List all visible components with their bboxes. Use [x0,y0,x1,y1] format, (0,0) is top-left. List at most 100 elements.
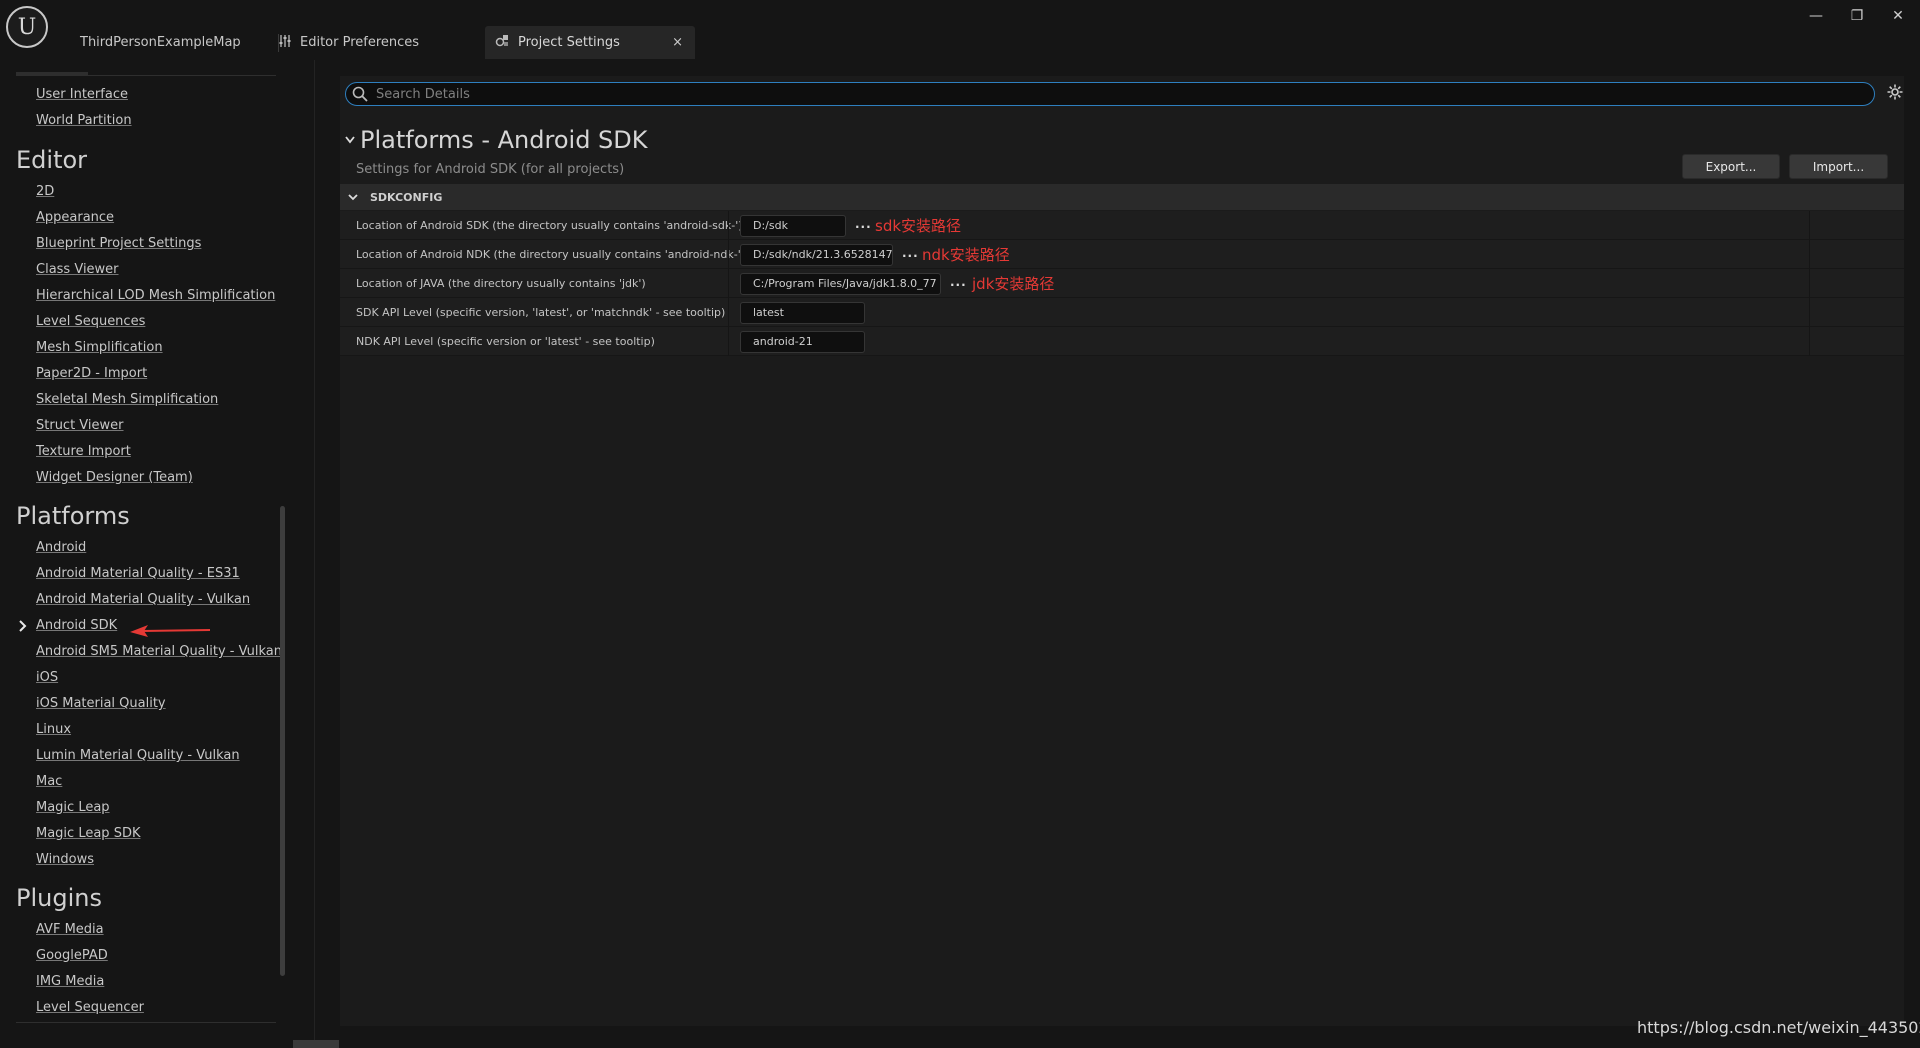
tab-label: ThirdPersonExampleMap [80,35,241,50]
gear-cubes-icon [495,33,510,52]
import-button[interactable]: Import... [1789,154,1888,179]
sidebar-item-android[interactable]: Android [36,540,86,555]
divider [16,75,276,76]
export-button[interactable]: Export... [1682,154,1780,179]
column-divider [1809,327,1810,356]
sidebar-item-texture-import[interactable]: Texture Import [36,444,131,459]
minimize-button[interactable]: — [1806,8,1826,24]
ndk-path-field[interactable]: D:/sdk/ndk/21.3.6528147 [740,244,893,266]
sdk-path-field[interactable]: D:/sdk [740,215,846,237]
chevron-right-icon [19,620,27,635]
column-divider [1809,298,1810,327]
sidebar-item-struct-viewer[interactable]: Struct Viewer [36,418,124,433]
sliders-icon [278,34,292,52]
close-tab-icon[interactable]: × [672,35,683,50]
column-divider [1809,211,1810,240]
sidebar-item-hlod-mesh-simplification[interactable]: Hierarchical LOD Mesh Simplification [36,288,275,303]
property-label: Location of Android NDK (the directory u… [356,248,746,261]
divider [16,1022,276,1023]
watermark-text: https://blog.csdn.net/weixin_44350205 [1637,1018,1920,1037]
sidebar-item-windows[interactable]: Windows [36,852,94,867]
sidebar-item-googlepad[interactable]: GooglePAD [36,948,108,963]
sidebar-item-level-sequencer[interactable]: Level Sequencer [36,1000,144,1015]
settings-gear-icon[interactable] [1887,84,1903,105]
chevron-down-icon[interactable] [345,132,355,148]
unreal-logo-icon[interactable]: U [6,6,48,48]
sidebar-item-world-partition[interactable]: World Partition [36,113,132,128]
search-bar [345,82,1875,106]
red-arrow-annotation-icon [128,622,211,642]
sidebar-item-magic-leap[interactable]: Magic Leap [36,800,110,815]
ndk-api-level-field[interactable]: android-21 [740,331,865,353]
sidebar-scrollbar[interactable] [280,506,285,976]
tab-label: Editor Preferences [300,35,420,50]
sidebar-item-android-sdk[interactable]: Android SDK [36,618,117,633]
sidebar-item-lumin-material-quality-vulkan[interactable]: Lumin Material Quality - Vulkan [36,748,240,763]
sdk-api-level-field[interactable]: latest [740,302,865,324]
column-divider [728,269,729,298]
category-header-sdkconfig[interactable]: SDKCONFIG [340,184,1904,210]
sidebar-item-magic-leap-sdk[interactable]: Magic Leap SDK [36,826,140,841]
annotation-text: sdk安装路径 [875,217,962,235]
sidebar-item-paper2d-import[interactable]: Paper2D - Import [36,366,147,381]
property-label: SDK API Level (specific version, 'latest… [356,306,726,319]
tab-label: Project Settings [518,35,620,50]
sidebar-item-mac[interactable]: Mac [36,774,62,789]
browse-button[interactable]: ... [855,217,872,231]
browse-button[interactable]: ... [902,246,919,260]
property-row-java: Location of JAVA (the directory usually … [340,269,1904,298]
section-heading-editor: Editor [16,146,88,174]
column-divider [728,240,729,269]
section-heading-plugins: Plugins [16,884,102,912]
sidebar-item-level-sequences[interactable]: Level Sequences [36,314,145,329]
column-divider [1809,269,1810,298]
column-divider [728,327,729,356]
sidebar-item-blueprint-project-settings[interactable]: Blueprint Project Settings [36,236,201,251]
property-label: Location of JAVA (the directory usually … [356,277,646,290]
title-bar: U ThirdPersonExampleMap Editor Preferenc… [0,0,1920,60]
sidebar-item-img-media[interactable]: IMG Media [36,974,104,989]
sidebar-item-mesh-simplification[interactable]: Mesh Simplification [36,340,163,355]
sidebar-item-appearance[interactable]: Appearance [36,210,114,225]
sidebar-item-widget-designer-team[interactable]: Widget Designer (Team) [36,470,193,485]
horizontal-scrollbar[interactable] [293,1040,339,1048]
section-heading-platforms: Platforms [16,502,130,530]
sidebar-item-android-material-quality-vulkan[interactable]: Android Material Quality - Vulkan [36,592,250,607]
property-row-ndk-api-level: NDK API Level (specific version or 'late… [340,327,1904,356]
column-divider [1809,240,1810,269]
sidebar-item-android-material-quality-es31[interactable]: Android Material Quality - ES31 [36,566,240,581]
column-divider [728,211,729,240]
property-row-android-sdk: Location of Android SDK (the directory u… [340,211,1904,240]
property-row-android-ndk: Location of Android NDK (the directory u… [340,240,1904,269]
java-path-field[interactable]: C:/Program Files/Java/jdk1.8.0_77 [740,273,941,295]
sidebar-item-android-sm5-material-quality-vulkan[interactable]: Android SM5 Material Quality - Vulkan [36,644,282,659]
sidebar-item-linux[interactable]: Linux [36,722,71,737]
page-title: Platforms - Android SDK [360,126,648,154]
tab-editor-preferences[interactable]: Editor Preferences [278,26,419,59]
sidebar-item-skeletal-mesh-simplification[interactable]: Skeletal Mesh Simplification [36,392,218,407]
sidebar-item-ios-material-quality[interactable]: iOS Material Quality [36,696,166,711]
property-label: Location of Android SDK (the directory u… [356,219,743,232]
annotation-text: jdk安装路径 [972,275,1055,293]
page-subtitle: Settings for Android SDK (for all projec… [356,162,625,177]
property-label: NDK API Level (specific version or 'late… [356,335,655,348]
sidebar-item-2d[interactable]: 2D [36,184,54,199]
restore-button[interactable]: ❐ [1847,8,1867,24]
property-row-sdk-api-level: SDK API Level (specific version, 'latest… [340,298,1904,327]
tab-thirdpersonexamplemap[interactable]: ThirdPersonExampleMap [80,26,241,59]
chevron-down-icon [348,191,358,204]
column-divider [728,298,729,327]
sidebar-item-avf-media[interactable]: AVF Media [36,922,104,937]
search-input[interactable] [376,86,1776,102]
splitter[interactable] [314,60,315,1048]
details-panel: Platforms - Android SDK Settings for And… [340,76,1904,1026]
search-icon [352,86,368,102]
settings-sidebar: User Interface World Partition Editor 2D… [0,60,290,1048]
annotation-text: ndk安装路径 [922,246,1010,264]
sidebar-item-user-interface[interactable]: User Interface [36,87,128,102]
sidebar-item-class-viewer[interactable]: Class Viewer [36,262,119,277]
sidebar-item-ios[interactable]: iOS [36,670,58,685]
close-window-button[interactable]: ✕ [1888,8,1908,24]
browse-button[interactable]: ... [950,275,967,289]
tab-project-settings[interactable]: Project Settings × [485,26,695,59]
